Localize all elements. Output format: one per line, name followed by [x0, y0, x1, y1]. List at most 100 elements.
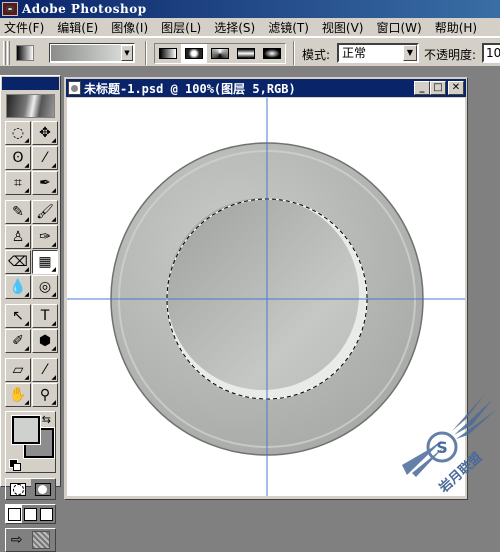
flyout-indicator-icon: ◢	[51, 241, 56, 248]
toolbox: ◌ ◢ ✥ ◢ ʘ ◢ ⁄ ◢ ⌗ ◢ ✒ ◢ ✎ ◢ 🖌 ◢ ♙ ◢ ✑ ◢ ⌫ ◢ ▦ ◢ 💧 ◢ ◎ ◢ ↖ ◢ T ◢ ✐ ◢ ⬢ ◢ ▱…	[0, 75, 61, 552]
standard-screen-button[interactable]	[6, 505, 23, 523]
flyout-indicator-icon: ◢	[51, 345, 56, 352]
rectangular-marquee-icon: ◌	[11, 125, 25, 141]
eraser-tool[interactable]: ⌫ ◢	[5, 250, 31, 274]
flyout-indicator-icon: ◢	[24, 320, 29, 327]
options-bar: ▼ 模式: 正常 ▼ 不透明度: 100	[0, 37, 500, 67]
swap-colors-icon[interactable]: ⇆	[42, 413, 51, 426]
mask-mode-group	[5, 478, 56, 500]
full-screen-button[interactable]	[39, 505, 55, 523]
history-brush-icon: ✑	[39, 229, 51, 245]
options-bar-grip-2[interactable]	[7, 41, 10, 65]
quick-mask-button[interactable]	[30, 479, 55, 499]
gradient-tool[interactable]: ▦ ◢	[32, 250, 58, 274]
menu-image[interactable]: 图像(I)	[111, 19, 148, 36]
jump-to-imageready[interactable]: ⇨	[5, 528, 56, 552]
flyout-indicator-icon: ◢	[24, 266, 29, 273]
hand-tool[interactable]: ✋ ◢	[5, 383, 31, 407]
menu-bar: 文件(F) 编辑(E) 图像(I) 图层(L) 选择(S) 滤镜(T) 视图(V…	[0, 18, 500, 37]
flyout-indicator-icon: ◢	[51, 162, 56, 169]
flyout-indicator-icon: ◢	[24, 241, 29, 248]
menu-edit[interactable]: 编辑(E)	[57, 19, 98, 36]
notes-tool[interactable]: ▱ ◢	[5, 358, 31, 382]
slice-tool[interactable]: ✒ ◢	[32, 171, 58, 195]
foreground-color[interactable]	[11, 415, 41, 445]
angle-gradient-button[interactable]	[207, 44, 233, 63]
menu-filter[interactable]: 滤镜(T)	[268, 19, 309, 36]
photoshop-eye-icon[interactable]	[2, 2, 18, 16]
menu-help[interactable]: 帮助(H)	[435, 19, 477, 36]
menu-window[interactable]: 窗口(W)	[376, 19, 421, 36]
eyedropper-tool[interactable]: ⁄ ◢	[32, 358, 58, 382]
gradient-picker[interactable]: ▼	[49, 43, 135, 63]
quick-mask-icon	[34, 482, 51, 496]
flyout-indicator-icon: ◢	[24, 291, 29, 298]
flyout-indicator-icon: ◢	[24, 345, 29, 352]
flyout-indicator-icon: ◢	[51, 291, 56, 298]
lasso-icon: ʘ	[12, 150, 24, 166]
zoom-icon: ⚲	[39, 387, 51, 403]
opacity-input[interactable]: 100	[482, 43, 500, 63]
brush-tool[interactable]: 🖌 ◢	[32, 200, 58, 224]
diamond-gradient-button[interactable]	[259, 44, 285, 63]
magic-wand-tool[interactable]: ⁄ ◢	[32, 146, 58, 170]
history-brush-tool[interactable]: ✑ ◢	[32, 225, 58, 249]
full-screen-icon	[40, 507, 54, 521]
window-controls: _ □ ✕	[414, 81, 464, 95]
dodge-icon: ◎	[38, 279, 52, 295]
chevron-down-icon[interactable]: ▼	[403, 45, 417, 61]
healing-brush-tool[interactable]: ✎ ◢	[5, 200, 31, 224]
document-title-bar[interactable]: 未标题-1.psd @ 100%(图层 5,RGB) _ □ ✕	[66, 79, 466, 97]
gradient-tool-icon[interactable]	[16, 45, 34, 61]
move-tool[interactable]: ✥ ◢	[32, 121, 58, 145]
menu-layer[interactable]: 图层(L)	[161, 19, 201, 36]
minimize-button[interactable]: _	[414, 81, 430, 95]
watermark-wing-right	[452, 395, 496, 439]
color-swatches: ⇆	[5, 411, 56, 473]
menu-select[interactable]: 选择(S)	[214, 19, 255, 36]
options-bar-grip[interactable]	[3, 41, 6, 65]
blur-tool[interactable]: 💧 ◢	[5, 275, 31, 299]
toolbox-title-bar[interactable]	[2, 77, 59, 90]
jump-arrow-icon: ⇨	[10, 532, 23, 548]
menu-file[interactable]: 文件(F)	[4, 19, 44, 36]
linear-gradient-button[interactable]	[155, 44, 181, 63]
document-icon[interactable]	[68, 81, 81, 95]
zoom-tool[interactable]: ⚲ ◢	[32, 383, 58, 407]
crop-tool[interactable]: ⌗ ◢	[5, 171, 31, 195]
custom-shape-tool[interactable]: ⬢ ◢	[32, 329, 58, 353]
full-screen-menu-icon	[23, 507, 37, 521]
flyout-indicator-icon: ◢	[51, 374, 56, 381]
standard-mode-button[interactable]	[6, 479, 31, 499]
tool-group-painting: ✎ ◢ 🖌 ◢ ♙ ◢ ✑ ◢ ⌫ ◢ ▦ ◢ 💧 ◢ ◎ ◢	[5, 200, 60, 299]
mode-label: 模式:	[302, 48, 331, 62]
mode-select[interactable]: 正常 ▼	[337, 43, 419, 63]
reflected-gradient-icon	[237, 48, 255, 59]
rectangular-marquee-tool[interactable]: ◌ ◢	[5, 121, 31, 145]
dodge-tool[interactable]: ◎ ◢	[32, 275, 58, 299]
gradient-swatch[interactable]	[51, 45, 121, 61]
document-title: 未标题-1.psd @ 100%(图层 5,RGB)	[84, 81, 296, 96]
standard-mode-icon	[10, 482, 27, 496]
move-icon: ✥	[39, 125, 51, 141]
path-selection-tool[interactable]: ↖ ◢	[5, 304, 31, 328]
pen-tool[interactable]: ✐ ◢	[5, 329, 31, 353]
radial-gradient-button[interactable]	[181, 44, 207, 63]
slice-icon: ✒	[39, 175, 51, 191]
options-separator-2	[293, 41, 295, 65]
diamond-gradient-icon	[263, 48, 281, 59]
close-button[interactable]: ✕	[448, 81, 464, 95]
type-tool[interactable]: T ◢	[32, 304, 58, 328]
menu-view[interactable]: 视图(V)	[322, 19, 364, 36]
lasso-tool[interactable]: ʘ ◢	[5, 146, 31, 170]
reflected-gradient-button[interactable]	[233, 44, 259, 63]
screen-mode-group	[5, 504, 56, 524]
full-screen-menu-button[interactable]	[22, 505, 38, 523]
path-selection-icon: ↖	[12, 308, 24, 324]
tool-group-other: ▱ ◢ ⁄ ◢ ✋ ◢ ⚲ ◢	[5, 358, 60, 407]
photoshop-logo[interactable]	[6, 94, 55, 118]
chevron-down-icon[interactable]: ▼	[121, 45, 133, 61]
maximize-button[interactable]: □	[430, 81, 446, 95]
default-colors-icon[interactable]	[9, 459, 21, 471]
clone-stamp-tool[interactable]: ♙ ◢	[5, 225, 31, 249]
